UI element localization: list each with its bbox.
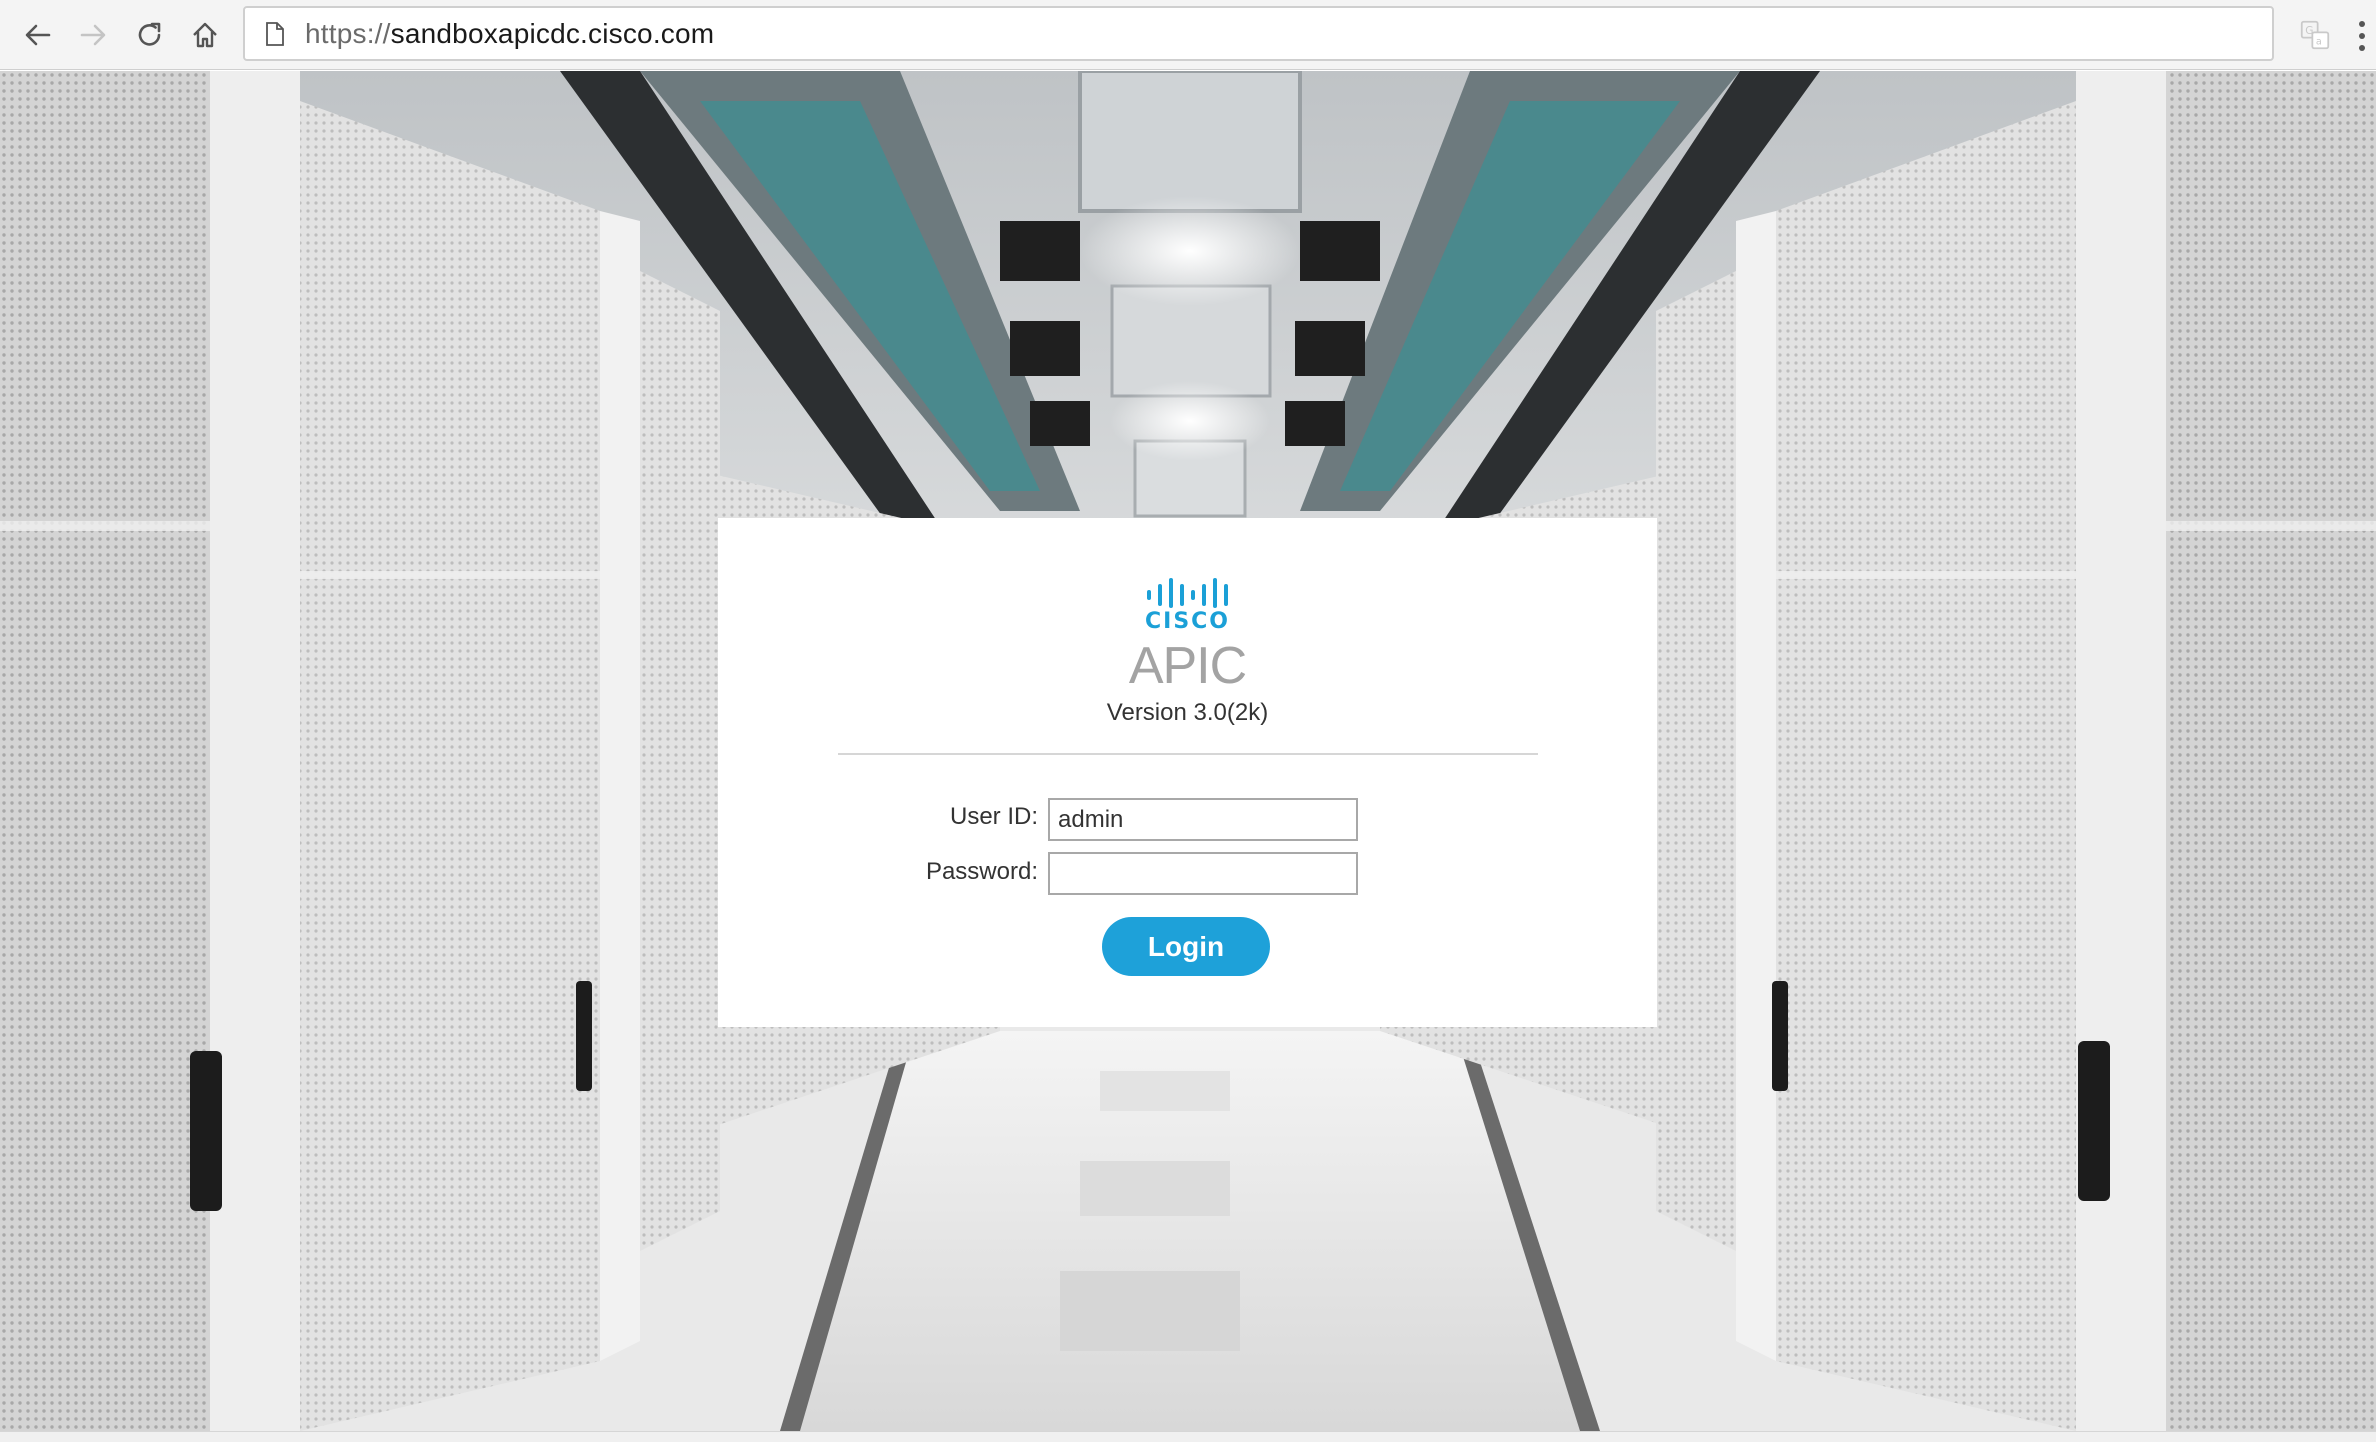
- url-host: sandboxapicdc.cisco.com: [390, 17, 715, 49]
- svg-text:a: a: [2316, 37, 2322, 48]
- translate-icon: G a: [2300, 20, 2330, 50]
- vertical-dots-icon: [2359, 21, 2365, 51]
- cisco-bars-icon: [1146, 578, 1228, 608]
- home-button[interactable]: [185, 15, 225, 55]
- login-dialog: CISCO APIC Version 3.0(2k) User ID: Pass…: [718, 518, 1657, 1027]
- forward-button[interactable]: [73, 15, 113, 55]
- cisco-logo: CISCO: [718, 578, 1657, 634]
- reload-button[interactable]: [130, 15, 170, 55]
- browser-toolbar: https://sandboxapicdc.cisco.com G a: [0, 0, 2376, 70]
- address-bar[interactable]: https://sandboxapicdc.cisco.com: [243, 6, 2274, 61]
- url-text: https://sandboxapicdc.cisco.com: [305, 18, 714, 50]
- cisco-wordmark: CISCO: [1144, 609, 1231, 634]
- reload-icon: [138, 22, 161, 46]
- password-label: Password:: [925, 858, 1038, 885]
- translate-button[interactable]: G a: [2298, 18, 2332, 52]
- window-bottom-edge: [0, 1431, 2376, 1442]
- document-icon: [263, 20, 287, 48]
- user-id-label: User ID:: [949, 803, 1038, 830]
- home-icon: [193, 22, 217, 48]
- app-version: Version 3.0(2k): [1106, 699, 1269, 726]
- password-input[interactable]: [1048, 852, 1358, 895]
- browser-menu-button[interactable]: [2352, 16, 2372, 56]
- arrow-right-icon: [80, 24, 106, 46]
- back-button[interactable]: [18, 15, 58, 55]
- svg-text:G: G: [2305, 25, 2313, 37]
- user-id-input[interactable]: [1048, 798, 1358, 841]
- arrow-left-icon: [25, 24, 51, 46]
- url-protocol: https://: [305, 17, 391, 49]
- divider: [838, 753, 1538, 755]
- app-title: APIC: [1128, 637, 1247, 695]
- login-button[interactable]: Login: [1102, 917, 1270, 976]
